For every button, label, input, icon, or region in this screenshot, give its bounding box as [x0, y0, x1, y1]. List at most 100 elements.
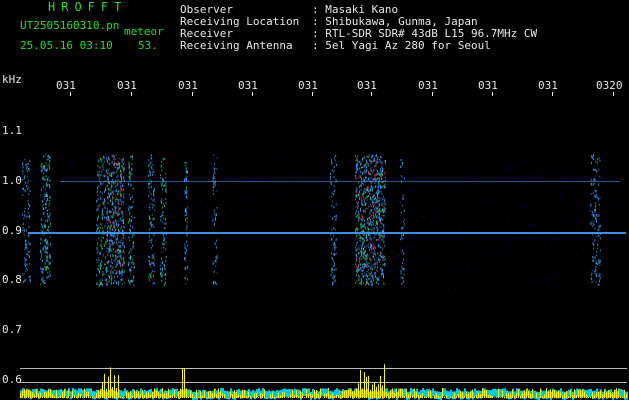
echo-streak: [130, 183, 132, 186]
noise-dot: [270, 221, 272, 223]
echo-streak: [362, 160, 364, 162]
level-bar: [190, 391, 191, 398]
level-bar: [384, 364, 385, 398]
echo-streak: [403, 253, 404, 255]
echo-streak: [111, 229, 113, 231]
echo-streak: [44, 250, 46, 254]
echo-streak: [117, 210, 119, 213]
echo-streak: [131, 205, 133, 208]
echo-streak: [97, 193, 99, 197]
noise-dot: [165, 237, 167, 239]
noise-dot: [514, 193, 516, 194]
echo-streak: [111, 275, 113, 278]
noise-dot: [80, 158, 82, 160]
echo-streak: [186, 221, 188, 224]
noise-dot: [113, 230, 115, 232]
noise-dot: [396, 168, 397, 170]
echo-streak: [185, 162, 187, 165]
noise-dot: [533, 235, 535, 237]
noise-dot: [230, 176, 231, 178]
level-bar: [172, 394, 173, 398]
noise-dot: [359, 226, 360, 228]
echo-streak: [365, 258, 367, 261]
noise-dot: [257, 249, 258, 251]
echo-streak: [120, 198, 122, 202]
echo-streak: [384, 263, 386, 267]
echo-streak: [100, 242, 102, 245]
echo-streak: [374, 245, 376, 249]
noise-dot: [187, 225, 189, 227]
echo-streak: [403, 224, 405, 226]
echo-streak: [600, 259, 601, 263]
echo-streak: [121, 251, 123, 254]
level-bar: [260, 393, 261, 398]
echo-streak: [378, 216, 380, 219]
echo-streak: [100, 198, 102, 200]
echo-streak: [358, 214, 360, 216]
noise-dot: [231, 209, 233, 210]
echo-streak: [116, 237, 118, 240]
echo-streak: [28, 193, 30, 195]
echo-streak: [356, 234, 358, 237]
noise-dot: [455, 190, 457, 192]
echo-streak: [357, 167, 359, 171]
echo-streak: [364, 202, 366, 205]
noise-dot: [587, 265, 589, 267]
floor-bar: [590, 388, 592, 397]
noise-dot: [194, 210, 196, 212]
level-bar: [552, 390, 553, 398]
echo-streak: [212, 260, 214, 264]
noise-dot: [123, 285, 125, 287]
echo-streak: [357, 155, 359, 158]
noise-dot: [405, 286, 407, 288]
noise-dot: [311, 157, 312, 159]
echo-streak: [29, 189, 31, 193]
echo-streak: [110, 283, 112, 285]
echo-streak: [131, 155, 133, 159]
echo-streak: [185, 167, 187, 170]
noise-dot: [21, 238, 22, 240]
echo-streak: [374, 249, 376, 252]
echo-streak: [130, 221, 132, 223]
level-bar: [102, 382, 103, 398]
echo-streak: [149, 203, 151, 206]
noise-dot: [417, 260, 419, 261]
echo-streak: [148, 255, 150, 257]
noise-dot: [459, 228, 461, 230]
echo-streak: [47, 214, 49, 218]
echo-streak: [185, 275, 187, 277]
echo-streak: [331, 238, 333, 241]
echo-streak: [117, 199, 119, 203]
echo-streak: [100, 182, 102, 185]
noise-dot: [445, 273, 447, 274]
echo-streak: [129, 193, 130, 196]
echo-streak: [382, 172, 384, 174]
noise-dot: [547, 285, 549, 287]
echo-streak: [215, 282, 217, 285]
echo-streak: [362, 194, 364, 197]
echo-streak: [43, 225, 45, 227]
echo-streak: [373, 279, 375, 282]
echo-streak: [120, 217, 122, 219]
level-bar: [208, 391, 209, 398]
echo-streak: [594, 202, 596, 204]
level-bar: [452, 396, 453, 398]
noise-dot: [230, 173, 232, 175]
level-bar: [450, 397, 451, 398]
echo-streak: [150, 217, 151, 220]
level-bar: [566, 391, 567, 398]
echo-streak: [113, 275, 115, 278]
echo-streak: [24, 257, 25, 259]
noise-dot: [140, 156, 142, 158]
echo-streak: [45, 251, 47, 254]
echo-streak: [111, 262, 113, 264]
echo-streak: [366, 155, 368, 158]
level-bar: [20, 393, 21, 398]
echo-streak: [591, 277, 592, 280]
noise-dot: [83, 280, 85, 282]
echo-streak: [370, 169, 372, 172]
noise-dot: [440, 247, 442, 249]
echo-streak: [381, 165, 383, 169]
noise-dot: [479, 267, 481, 268]
echo-streak: [213, 280, 215, 284]
